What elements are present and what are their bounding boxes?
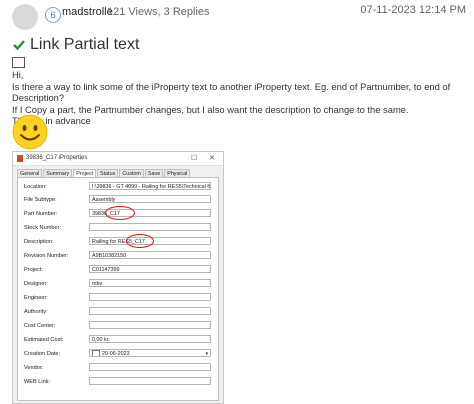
image-icon <box>12 57 25 68</box>
inventor-logo-icon <box>17 155 23 162</box>
revision-number-label: Revision Number: <box>24 253 69 259</box>
location-label: Location: <box>24 184 47 190</box>
rank-badge: 6 <box>45 7 61 23</box>
description-highlight-circle <box>126 234 154 248</box>
authority-label: Authority: <box>24 309 48 315</box>
engineer-label: Engineer: <box>24 295 48 301</box>
post-title: Link Partial text <box>30 36 140 53</box>
post-title-row: Link Partial text <box>12 36 139 54</box>
vendor-field[interactable] <box>89 363 211 371</box>
stock-number-label: Stock Number: <box>24 225 61 231</box>
project-panel: Location: I:\39836 - GT 4099 - Railing f… <box>17 177 219 401</box>
cost-center-label: Cost Center: <box>24 323 56 329</box>
estimated-cost-label: Estimated Cost: <box>24 337 64 343</box>
maximize-icon[interactable]: ☐ <box>191 154 197 162</box>
post-stats: 121 Views, 3 Replies <box>107 6 210 18</box>
vendor-label: Vendor: <box>24 365 44 371</box>
creation-date-value: 20-06-2023 <box>102 351 130 357</box>
post-date: 07-11-2023 12:14 PM <box>360 4 466 16</box>
web-link-field[interactable] <box>89 377 211 385</box>
post-body: Hi, Is there a way to link some of the i… <box>12 69 474 127</box>
iproperties-dialog: 39836_C17 iProperties ☐ ✕ General Summar… <box>12 151 224 404</box>
authority-field[interactable] <box>89 307 211 315</box>
file-subtype-label: File Subtype: <box>24 197 57 203</box>
dialog-titlebar: 39836_C17 iProperties ☐ ✕ <box>13 152 223 166</box>
description-label: Description: <box>24 239 54 245</box>
project-field[interactable]: C01147399 <box>89 265 211 273</box>
body-line: Is there a way to link some of the iProp… <box>12 80 451 104</box>
location-field[interactable]: I:\39836 - GT 4099 - Railing for RES5\Te… <box>89 182 211 190</box>
solved-check-icon <box>13 40 25 51</box>
author-link[interactable]: madstrolle <box>62 6 113 18</box>
body-line: If I Copy a part, the Partnumber changes… <box>12 103 409 115</box>
cost-center-field[interactable] <box>89 321 211 329</box>
designer-field[interactable]: mbv <box>89 279 211 287</box>
project-label: Project: <box>24 267 43 273</box>
part-number-highlight-circle <box>105 206 135 220</box>
smiley-emoji-icon <box>12 114 48 150</box>
calendar-icon <box>92 350 100 356</box>
stock-number-field[interactable] <box>89 223 211 231</box>
creation-date-label: Creation Date: <box>24 351 61 357</box>
engineer-field[interactable] <box>89 293 211 301</box>
dialog-title: 39836_C17 iProperties <box>26 155 88 161</box>
body-line: Hi, <box>12 69 24 80</box>
chevron-down-icon[interactable]: ▾ <box>205 350 208 356</box>
estimated-cost-field[interactable]: 0,00 kr. <box>89 335 211 343</box>
user-avatar[interactable] <box>12 4 38 30</box>
file-subtype-field: Assembly <box>89 195 211 203</box>
close-icon[interactable]: ✕ <box>209 154 215 162</box>
web-link-label: WEB Link: <box>24 379 51 385</box>
body-line: Thanks in advance <box>12 115 91 127</box>
designer-label: Designer: <box>24 281 48 287</box>
part-number-label: Part Number: <box>24 211 58 217</box>
creation-date-picker[interactable]: 20-06-2023 ▾ <box>89 349 211 357</box>
revision-number-field[interactable]: A9B10382150 <box>89 251 211 259</box>
